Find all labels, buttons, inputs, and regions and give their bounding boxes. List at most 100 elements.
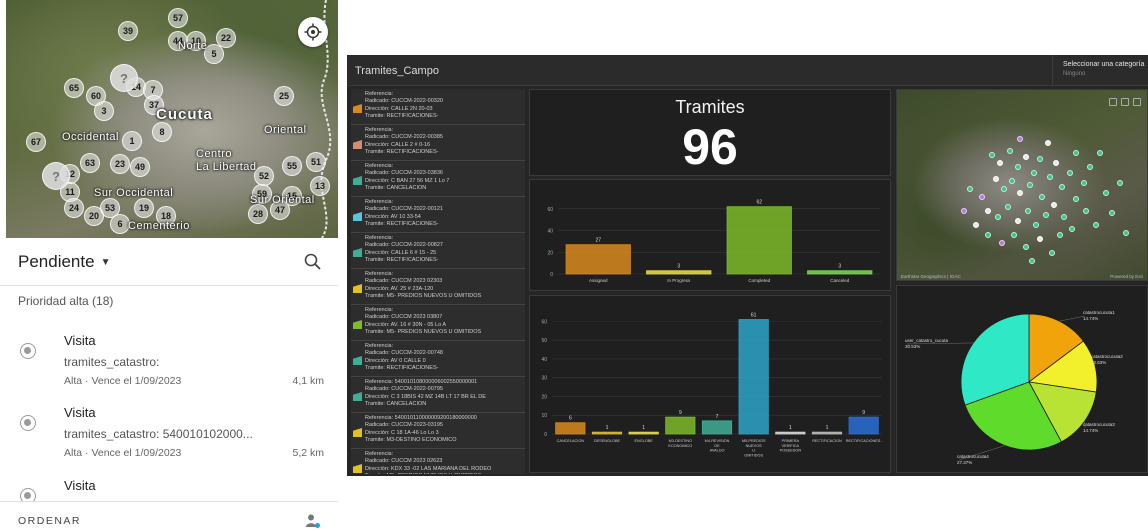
- map-point-marker[interactable]: [967, 186, 973, 192]
- map-cluster-marker[interactable]: 28: [248, 204, 268, 224]
- map-unknown-cluster-marker[interactable]: ?: [42, 162, 70, 190]
- map-point-marker[interactable]: [1033, 222, 1039, 228]
- map-point-marker[interactable]: [1001, 186, 1007, 192]
- map-cluster-marker[interactable]: 63: [80, 153, 100, 173]
- map-point-marker[interactable]: [1049, 250, 1055, 256]
- map-cluster-marker[interactable]: 6: [110, 214, 130, 234]
- map-point-marker[interactable]: [1023, 154, 1029, 160]
- map-cluster-marker[interactable]: 13: [310, 176, 330, 196]
- reference-item[interactable]: Referencia: Radicado: CUCCM 2023 03807 Dir…: [351, 305, 525, 341]
- reference-item[interactable]: Referencia: Radicado: CUCCM-2022-00385 Dir…: [351, 125, 525, 161]
- map-point-marker[interactable]: [993, 176, 999, 182]
- map-point-marker[interactable]: [1025, 208, 1031, 214]
- locate-button[interactable]: [298, 17, 328, 47]
- dashboard-map[interactable]: Earthstar Geographics | IGAC Powered by …: [896, 89, 1148, 281]
- map-cluster-marker[interactable]: 67: [26, 132, 46, 152]
- bar[interactable]: [807, 270, 873, 275]
- map-point-marker[interactable]: [1017, 136, 1023, 142]
- map-point-marker[interactable]: [997, 160, 1003, 166]
- reference-list[interactable]: Referencia: Radicado: CUCCM-2022-00320 Dir…: [351, 89, 525, 474]
- map-cluster-marker[interactable]: 49: [130, 157, 150, 177]
- map-point-marker[interactable]: [1045, 140, 1051, 146]
- map-point-marker[interactable]: [995, 214, 1001, 220]
- bar[interactable]: [848, 416, 879, 435]
- map-cluster-marker[interactable]: 39: [118, 21, 138, 41]
- map-cluster-marker[interactable]: 20: [84, 206, 104, 226]
- map-cluster-marker[interactable]: 24: [64, 198, 84, 218]
- map-point-marker[interactable]: [979, 194, 985, 200]
- bar[interactable]: [628, 431, 659, 435]
- basemap-icon[interactable]: [1121, 98, 1129, 106]
- map-point-marker[interactable]: [1081, 180, 1087, 186]
- task-item[interactable]: Visita: [18, 478, 328, 504]
- map-point-marker[interactable]: [1067, 170, 1073, 176]
- map-point-marker[interactable]: [1083, 208, 1089, 214]
- reference-item[interactable]: Referencia: Radicado: CUCCM-2022-00827 Dir…: [351, 233, 525, 269]
- reference-item[interactable]: Referencia: 540010108000006002550000001 R…: [351, 377, 525, 413]
- map-point-marker[interactable]: [1005, 204, 1011, 210]
- bar[interactable]: [738, 319, 769, 435]
- map-cluster-marker[interactable]: 51: [306, 152, 326, 172]
- map-point-marker[interactable]: [1029, 258, 1035, 264]
- map-point-marker[interactable]: [985, 232, 991, 238]
- reference-item[interactable]: Referencia: Radicado: CUCCM-2022-00320 Dir…: [351, 89, 525, 125]
- reference-item[interactable]: Referencia: 540010110000009200180000000 R…: [351, 413, 525, 449]
- layers-icon[interactable]: [1109, 98, 1117, 106]
- task-map[interactable]: 57 39 44 10 22 5 65 60 14 7 37 3 25 67 1 8 63 23 49 12 11 52 5…: [6, 0, 338, 238]
- sort-button[interactable]: ORDENAR: [18, 515, 81, 527]
- map-cluster-marker[interactable]: 3: [94, 101, 114, 121]
- map-cluster-marker[interactable]: 23: [110, 154, 130, 174]
- map-point-marker[interactable]: [1061, 214, 1067, 220]
- map-point-marker[interactable]: [1023, 244, 1029, 250]
- map-point-marker[interactable]: [1053, 160, 1059, 166]
- map-cluster-marker[interactable]: 52: [254, 166, 274, 186]
- map-point-marker[interactable]: [1051, 202, 1057, 208]
- map-point-marker[interactable]: [1015, 218, 1021, 224]
- map-cluster-marker[interactable]: 57: [168, 8, 188, 28]
- reference-item[interactable]: Referencia: Radicado: CUCCM 2023 02623 Dir…: [351, 449, 525, 474]
- bar[interactable]: [665, 416, 696, 435]
- status-filter[interactable]: Pendiente ▼: [18, 250, 330, 274]
- map-point-marker[interactable]: [1009, 178, 1015, 184]
- map-point-marker[interactable]: [1109, 210, 1115, 216]
- map-point-marker[interactable]: [1059, 184, 1065, 190]
- map-point-marker[interactable]: [1017, 190, 1023, 196]
- map-cluster-marker[interactable]: 25: [274, 86, 294, 106]
- reference-item[interactable]: Referencia: Radicado: CUCCM-2022-00121 Dir…: [351, 197, 525, 233]
- map-point-marker[interactable]: [1027, 182, 1033, 188]
- task-item[interactable]: Visita tramites_catastro: Alta · Vence e…: [18, 333, 328, 393]
- map-point-marker[interactable]: [1057, 232, 1063, 238]
- map-point-marker[interactable]: [1037, 156, 1043, 162]
- map-point-marker[interactable]: [1039, 194, 1045, 200]
- map-point-marker[interactable]: [1093, 222, 1099, 228]
- map-point-marker[interactable]: [1073, 150, 1079, 156]
- map-cluster-marker[interactable]: 65: [64, 78, 84, 98]
- bar[interactable]: [701, 420, 733, 435]
- map-unknown-cluster-marker[interactable]: ?: [110, 64, 138, 92]
- map-point-marker[interactable]: [1097, 150, 1103, 156]
- bar[interactable]: [591, 431, 623, 435]
- map-cluster-marker[interactable]: 19: [134, 198, 154, 218]
- task-item[interactable]: Visita tramites_catastro: 540010102000..…: [18, 405, 328, 465]
- reference-item[interactable]: Referencia: Radicado: CUCCM-2022-00748 Dir…: [351, 341, 525, 377]
- map-point-marker[interactable]: [1007, 148, 1013, 154]
- bar[interactable]: [555, 422, 586, 435]
- map-point-marker[interactable]: [989, 152, 995, 158]
- map-point-marker[interactable]: [1073, 196, 1079, 202]
- map-point-marker[interactable]: [973, 222, 979, 228]
- map-cluster-marker[interactable]: 8: [152, 122, 172, 142]
- reference-item[interactable]: Referencia: Radicado: CUCCM-2023-03836 Dir…: [351, 161, 525, 197]
- map-point-marker[interactable]: [1123, 230, 1129, 236]
- category-selector[interactable]: Seleccionar una categoría Ninguno: [1052, 55, 1148, 86]
- map-cluster-marker[interactable]: 1: [122, 131, 142, 151]
- map-point-marker[interactable]: [1011, 232, 1017, 238]
- map-point-marker[interactable]: [961, 208, 967, 214]
- bar[interactable]: [775, 431, 806, 435]
- map-point-marker[interactable]: [985, 208, 991, 214]
- map-point-marker[interactable]: [1087, 164, 1093, 170]
- bar[interactable]: [811, 431, 843, 435]
- assign-user-icon[interactable]: [305, 513, 321, 529]
- map-point-marker[interactable]: [1043, 212, 1049, 218]
- map-point-marker[interactable]: [1103, 190, 1109, 196]
- map-point-marker[interactable]: [1117, 180, 1123, 186]
